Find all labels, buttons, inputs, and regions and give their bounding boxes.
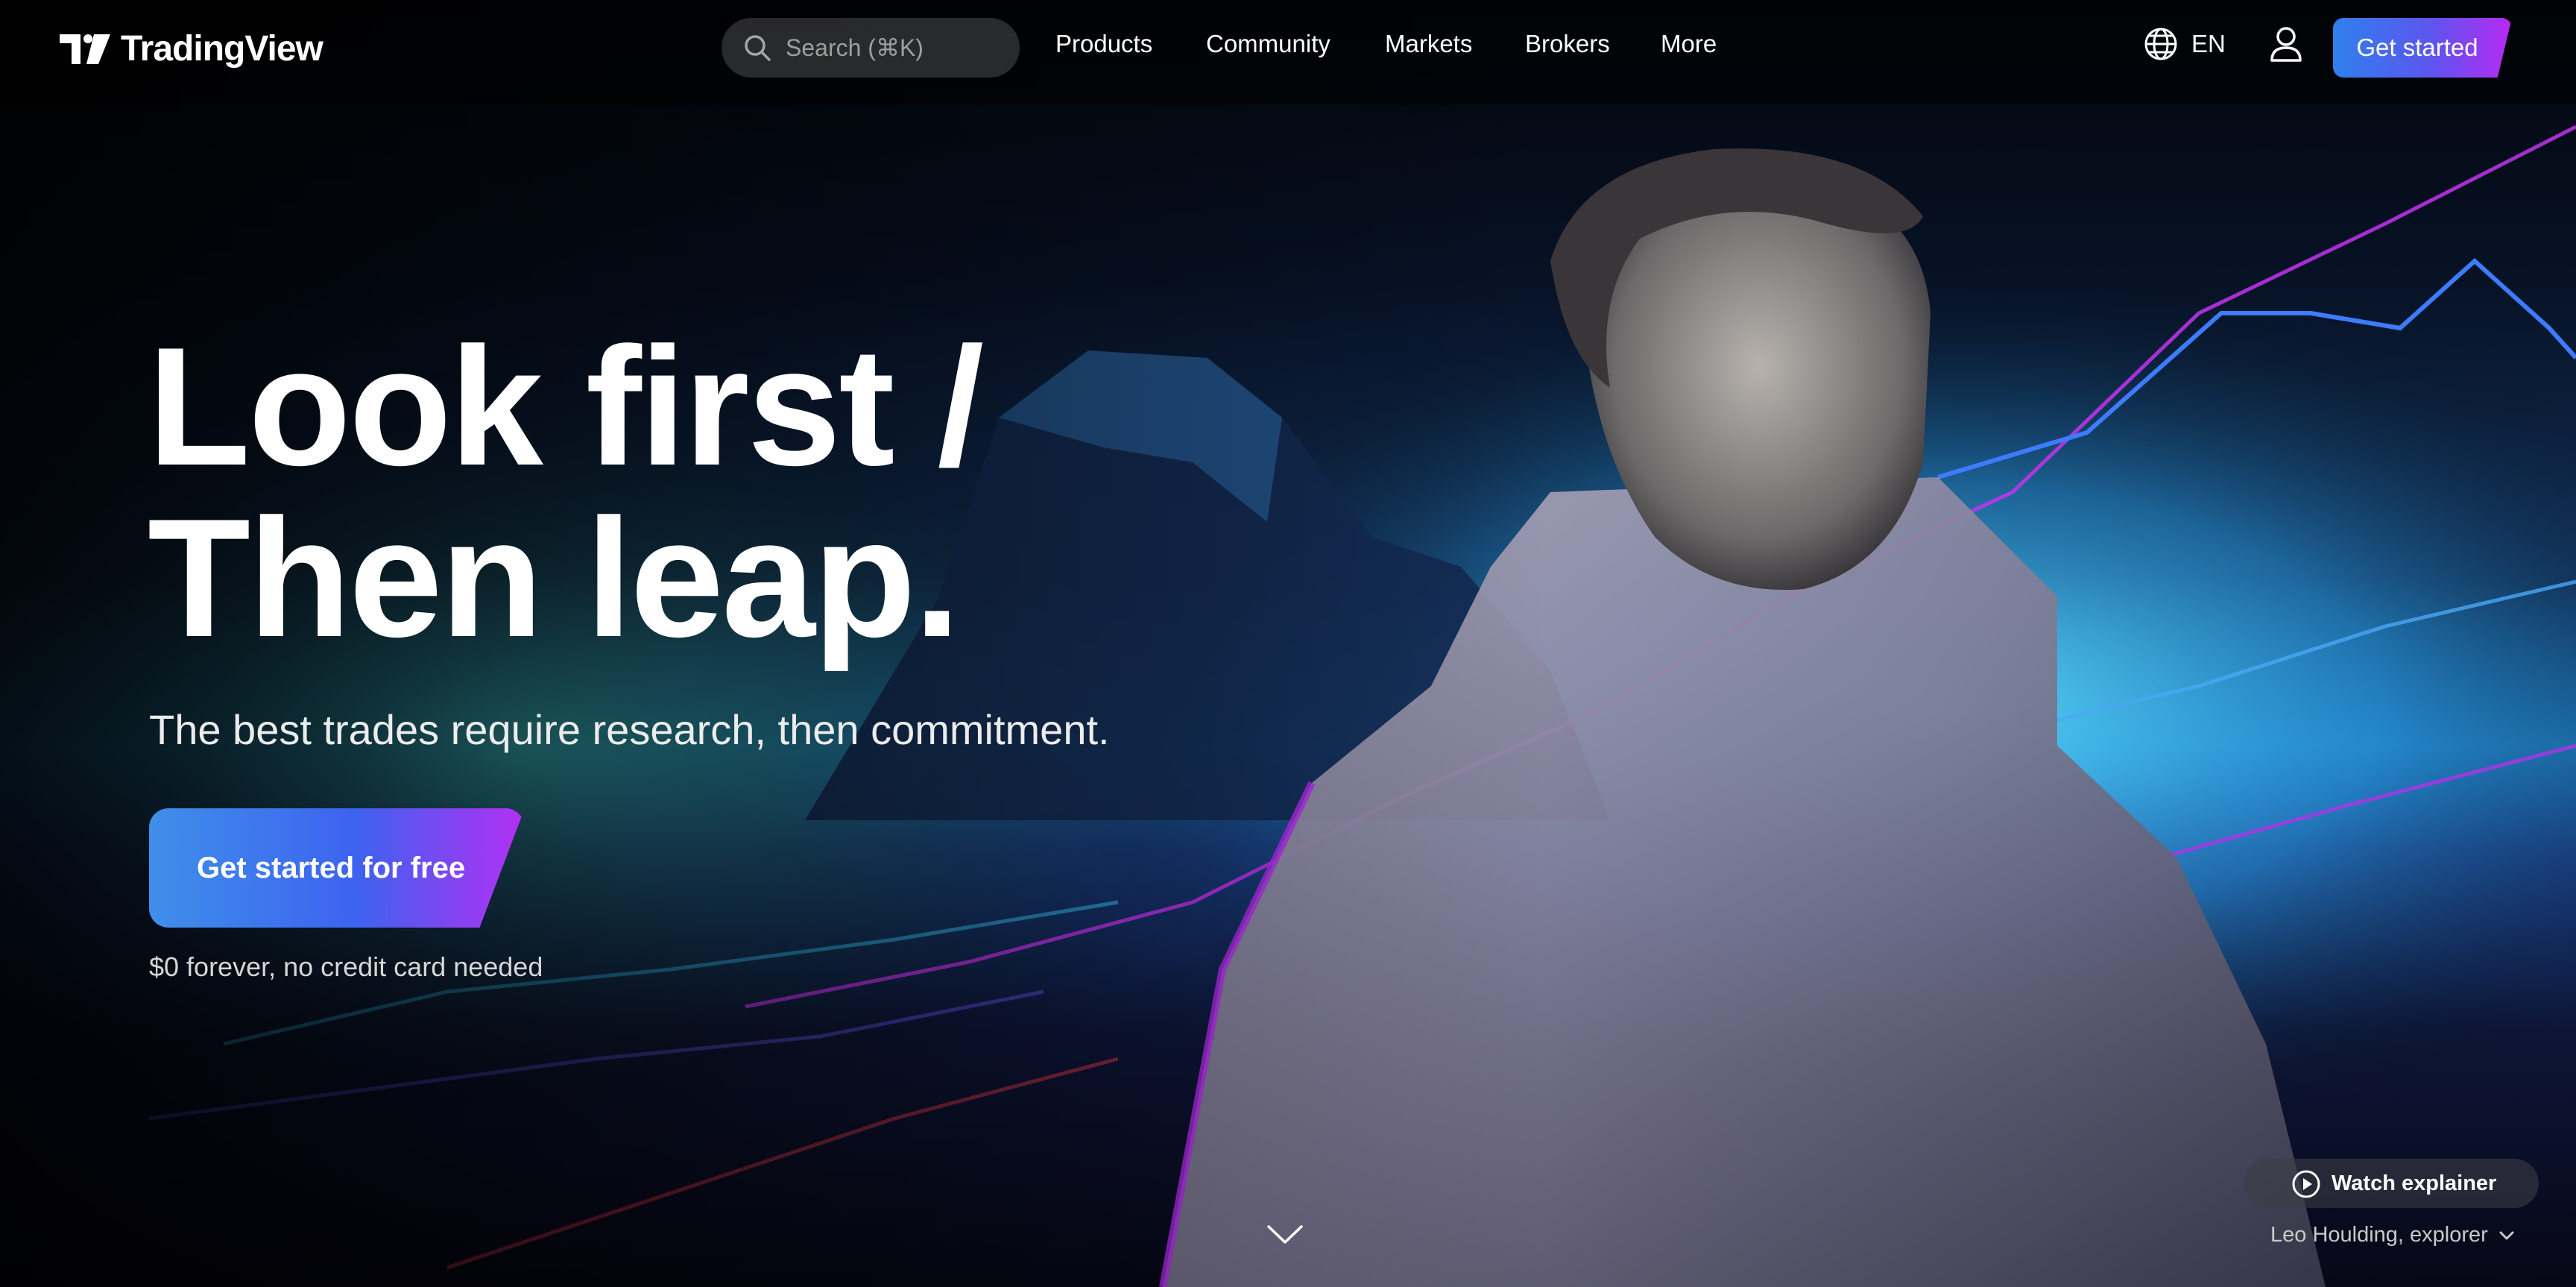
play-icon xyxy=(2292,1170,2320,1198)
brand-logo[interactable]: TradingView xyxy=(58,28,323,69)
image-credit-toggle[interactable]: Leo Houlding, explorer xyxy=(2270,1223,2515,1247)
headline-line-2: Then leap. xyxy=(148,483,961,672)
nav-community[interactable]: Community xyxy=(1206,30,1330,58)
headline-line-1: Look first / xyxy=(148,312,984,500)
search-input[interactable]: Search (⌘K) xyxy=(722,18,1020,78)
hero-headline: Look first / Then leap. xyxy=(148,312,984,672)
image-credit: Leo Houlding, explorer xyxy=(2270,1223,2488,1247)
search-icon xyxy=(745,35,771,61)
chevron-down-icon xyxy=(1267,1225,1303,1244)
search-placeholder: Search (⌘K) xyxy=(786,34,924,61)
site-header: TradingView Search (⌘K) Products Communi… xyxy=(0,0,2576,95)
get-started-button[interactable]: Get started xyxy=(2333,18,2512,78)
nav-markets[interactable]: Markets xyxy=(1385,30,1472,58)
globe-icon xyxy=(2144,28,2177,60)
get-started-free-button[interactable]: Get started for free xyxy=(149,808,525,928)
brand-name: TradingView xyxy=(121,29,323,69)
pricing-note: $0 forever, no credit card needed xyxy=(149,951,543,982)
watch-explainer-button[interactable]: Watch explainer xyxy=(2244,1159,2539,1208)
language-selector[interactable]: EN xyxy=(2144,27,2226,61)
chevron-down-icon xyxy=(2499,1231,2514,1239)
nav-products[interactable]: Products xyxy=(1055,30,1152,58)
nav-brokers[interactable]: Brokers xyxy=(1525,30,1610,58)
hero-subheadline: The best trades require research, then c… xyxy=(149,706,1110,753)
language-code: EN xyxy=(2191,30,2226,57)
tradingview-logo-icon xyxy=(60,34,110,64)
nav-more[interactable]: More xyxy=(1661,30,1717,58)
watch-explainer-label: Watch explainer xyxy=(2332,1171,2497,1195)
scroll-down-button[interactable] xyxy=(1266,1223,1304,1249)
user-icon xyxy=(2270,27,2302,62)
user-menu-button[interactable] xyxy=(2269,25,2303,66)
